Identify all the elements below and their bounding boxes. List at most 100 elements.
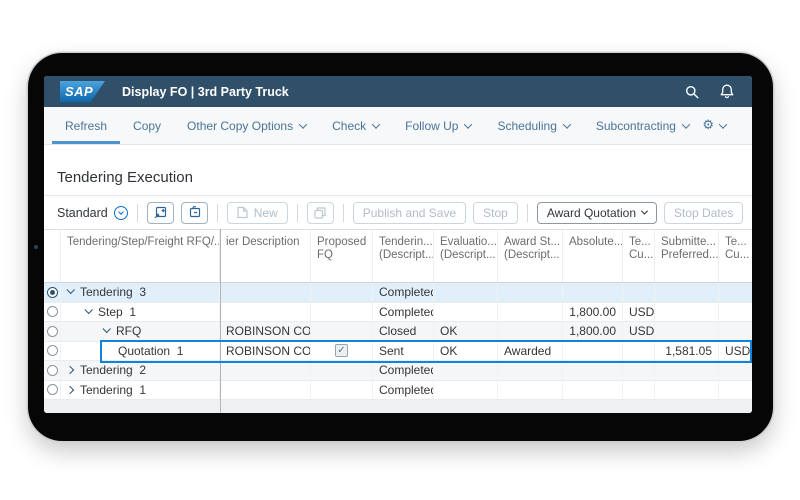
award-quotation-label: Award Quotation [547,206,636,220]
award-status-cell: Awarded [498,342,563,361]
copy-row-button[interactable] [307,202,334,224]
chevron-right-icon[interactable] [66,386,74,394]
submitted-cell [655,361,719,380]
stop-dates-button[interactable]: Stop Dates [664,202,743,224]
bell-icon[interactable] [720,84,734,99]
radio-unselected[interactable] [47,345,58,356]
tendering-status-cell: Completed [373,303,434,322]
action-menubar: Refresh Copy Other Copy Options Check Fo… [44,107,752,145]
header-award-status[interactable]: Award St...(Descript... [498,230,563,282]
shell-bar: SAP Display FO | 3rd Party Truck [44,76,752,107]
menu-label: Copy [133,119,161,133]
table-row-rfq[interactable]: RFQ ROBINSON COM... Closed OK 1,800.00 U… [44,322,752,342]
camera-dot [34,245,38,249]
radio-unselected[interactable] [47,326,58,337]
publish-and-save-button[interactable]: Publish and Save [353,202,466,224]
sap-logo[interactable]: SAP [60,81,105,102]
publish-and-save-label: Publish and Save [363,206,456,220]
radio-selected[interactable] [47,287,58,298]
table-row-quotation-1[interactable]: Quotation 1 ROBINSON COM... ✓ Sent OK Aw… [44,342,752,362]
new-button[interactable]: New [227,202,288,224]
menu-label: Refresh [65,119,107,133]
row-select-cell [44,322,61,341]
chevron-down-icon [641,208,648,215]
award-status-cell [498,381,563,400]
proposed-fq-cell [311,381,373,400]
menu-item-check[interactable]: Check [319,107,392,144]
table-toolbar: Standard [44,196,752,229]
settings-menu[interactable]: ⚙ [702,107,726,144]
header-proposed-fq[interactable]: ProposedFQ [311,230,373,282]
view-select-label: Standard [57,206,108,220]
menu-label: Subcontracting [596,119,676,133]
proposed-fq-cell [311,322,373,341]
menu-item-copy[interactable]: Copy [120,107,174,144]
carrier-cell [220,381,311,400]
absolute-cell [563,381,623,400]
currency-cell [623,342,655,361]
tree-cell: Quotation 1 [61,342,220,361]
chevron-down-icon [682,120,690,128]
chevron-right-icon[interactable] [66,366,74,374]
menu-item-other-copy-options[interactable]: Other Copy Options [174,107,319,144]
currency2-cell [719,361,752,380]
header-absolute[interactable]: Absolute... [563,230,623,282]
award-status-cell [498,322,563,341]
evaluation-cell [434,381,498,400]
header-tendering-step-freight-rfq[interactable]: Tendering/Step/Freight RFQ/... [61,230,220,282]
menu-item-refresh[interactable]: Refresh [52,107,120,144]
radio-unselected[interactable] [47,384,58,395]
tree-cell: Tendering 3 [61,283,220,302]
menu-item-follow-up[interactable]: Follow Up [392,107,484,144]
table-row-step-1[interactable]: Step 1 Completed 1,800.00 USD [44,303,752,323]
evaluation-cell: OK [434,342,498,361]
chevron-down-icon [372,120,380,128]
header-currency-1[interactable]: Te...Cu... [623,230,655,282]
carrier-cell [220,361,311,380]
header-currency-2[interactable]: Te...Cu... [719,230,752,282]
header-selection-column [44,230,61,282]
table-row-tendering-1[interactable]: Tendering 1 Completed [44,381,752,401]
collapse-all-button[interactable] [181,202,208,224]
currency-cell: USD [623,303,655,322]
page-title: Tendering Execution [57,169,193,186]
row-select-cell [44,361,61,380]
tendering-status-cell: Completed [373,283,434,302]
chevron-down-icon[interactable] [102,325,110,333]
currency2-cell [719,322,752,341]
sap-logo-text: SAP [65,84,93,99]
checkbox-checked[interactable]: ✓ [335,344,348,357]
radio-unselected[interactable] [47,306,58,317]
menu-item-scheduling[interactable]: Scheduling [484,107,582,144]
expand-all-button[interactable] [147,202,174,224]
tree-node-label: Tendering 1 [80,383,146,397]
tree-node-label: Tendering 2 [80,363,146,377]
currency2-cell [719,381,752,400]
chevron-down-circle-icon [114,206,128,220]
header-tendering-status[interactable]: Tenderin...(Descript... [373,230,434,282]
table-header-row: Tendering/Step/Freight RFQ/... ier Descr… [44,229,752,283]
search-icon[interactable] [685,85,699,99]
header-submitted-preferred[interactable]: Submitte...Preferred... [655,230,719,282]
column-divider [220,229,221,413]
award-status-cell [498,361,563,380]
header-carrier-description[interactable]: ier Description [220,230,311,282]
radio-unselected[interactable] [47,365,58,376]
menu-item-subcontracting[interactable]: Subcontracting [583,107,702,144]
currency-cell [623,381,655,400]
chevron-down-icon[interactable] [84,305,92,313]
app-title: Display FO | 3rd Party Truck [122,85,289,99]
submitted-cell [655,283,719,302]
collapse-all-icon [188,206,201,219]
table-row-tendering-3[interactable]: Tendering 3 Completed [44,283,752,303]
tendering-status-cell: Completed [373,381,434,400]
award-quotation-button[interactable]: Award Quotation [537,202,657,224]
table-row-tendering-2[interactable]: Tendering 2 Completed [44,361,752,381]
chevron-down-icon[interactable] [66,286,74,294]
tablet-frame: SAP Display FO | 3rd Party Truck [28,53,773,441]
header-evaluation[interactable]: Evaluatio...(Descript... [434,230,498,282]
view-select-standard[interactable]: Standard [57,206,128,220]
stop-button[interactable]: Stop [473,202,518,224]
menu-label: Scheduling [497,119,556,133]
submitted-cell [655,322,719,341]
